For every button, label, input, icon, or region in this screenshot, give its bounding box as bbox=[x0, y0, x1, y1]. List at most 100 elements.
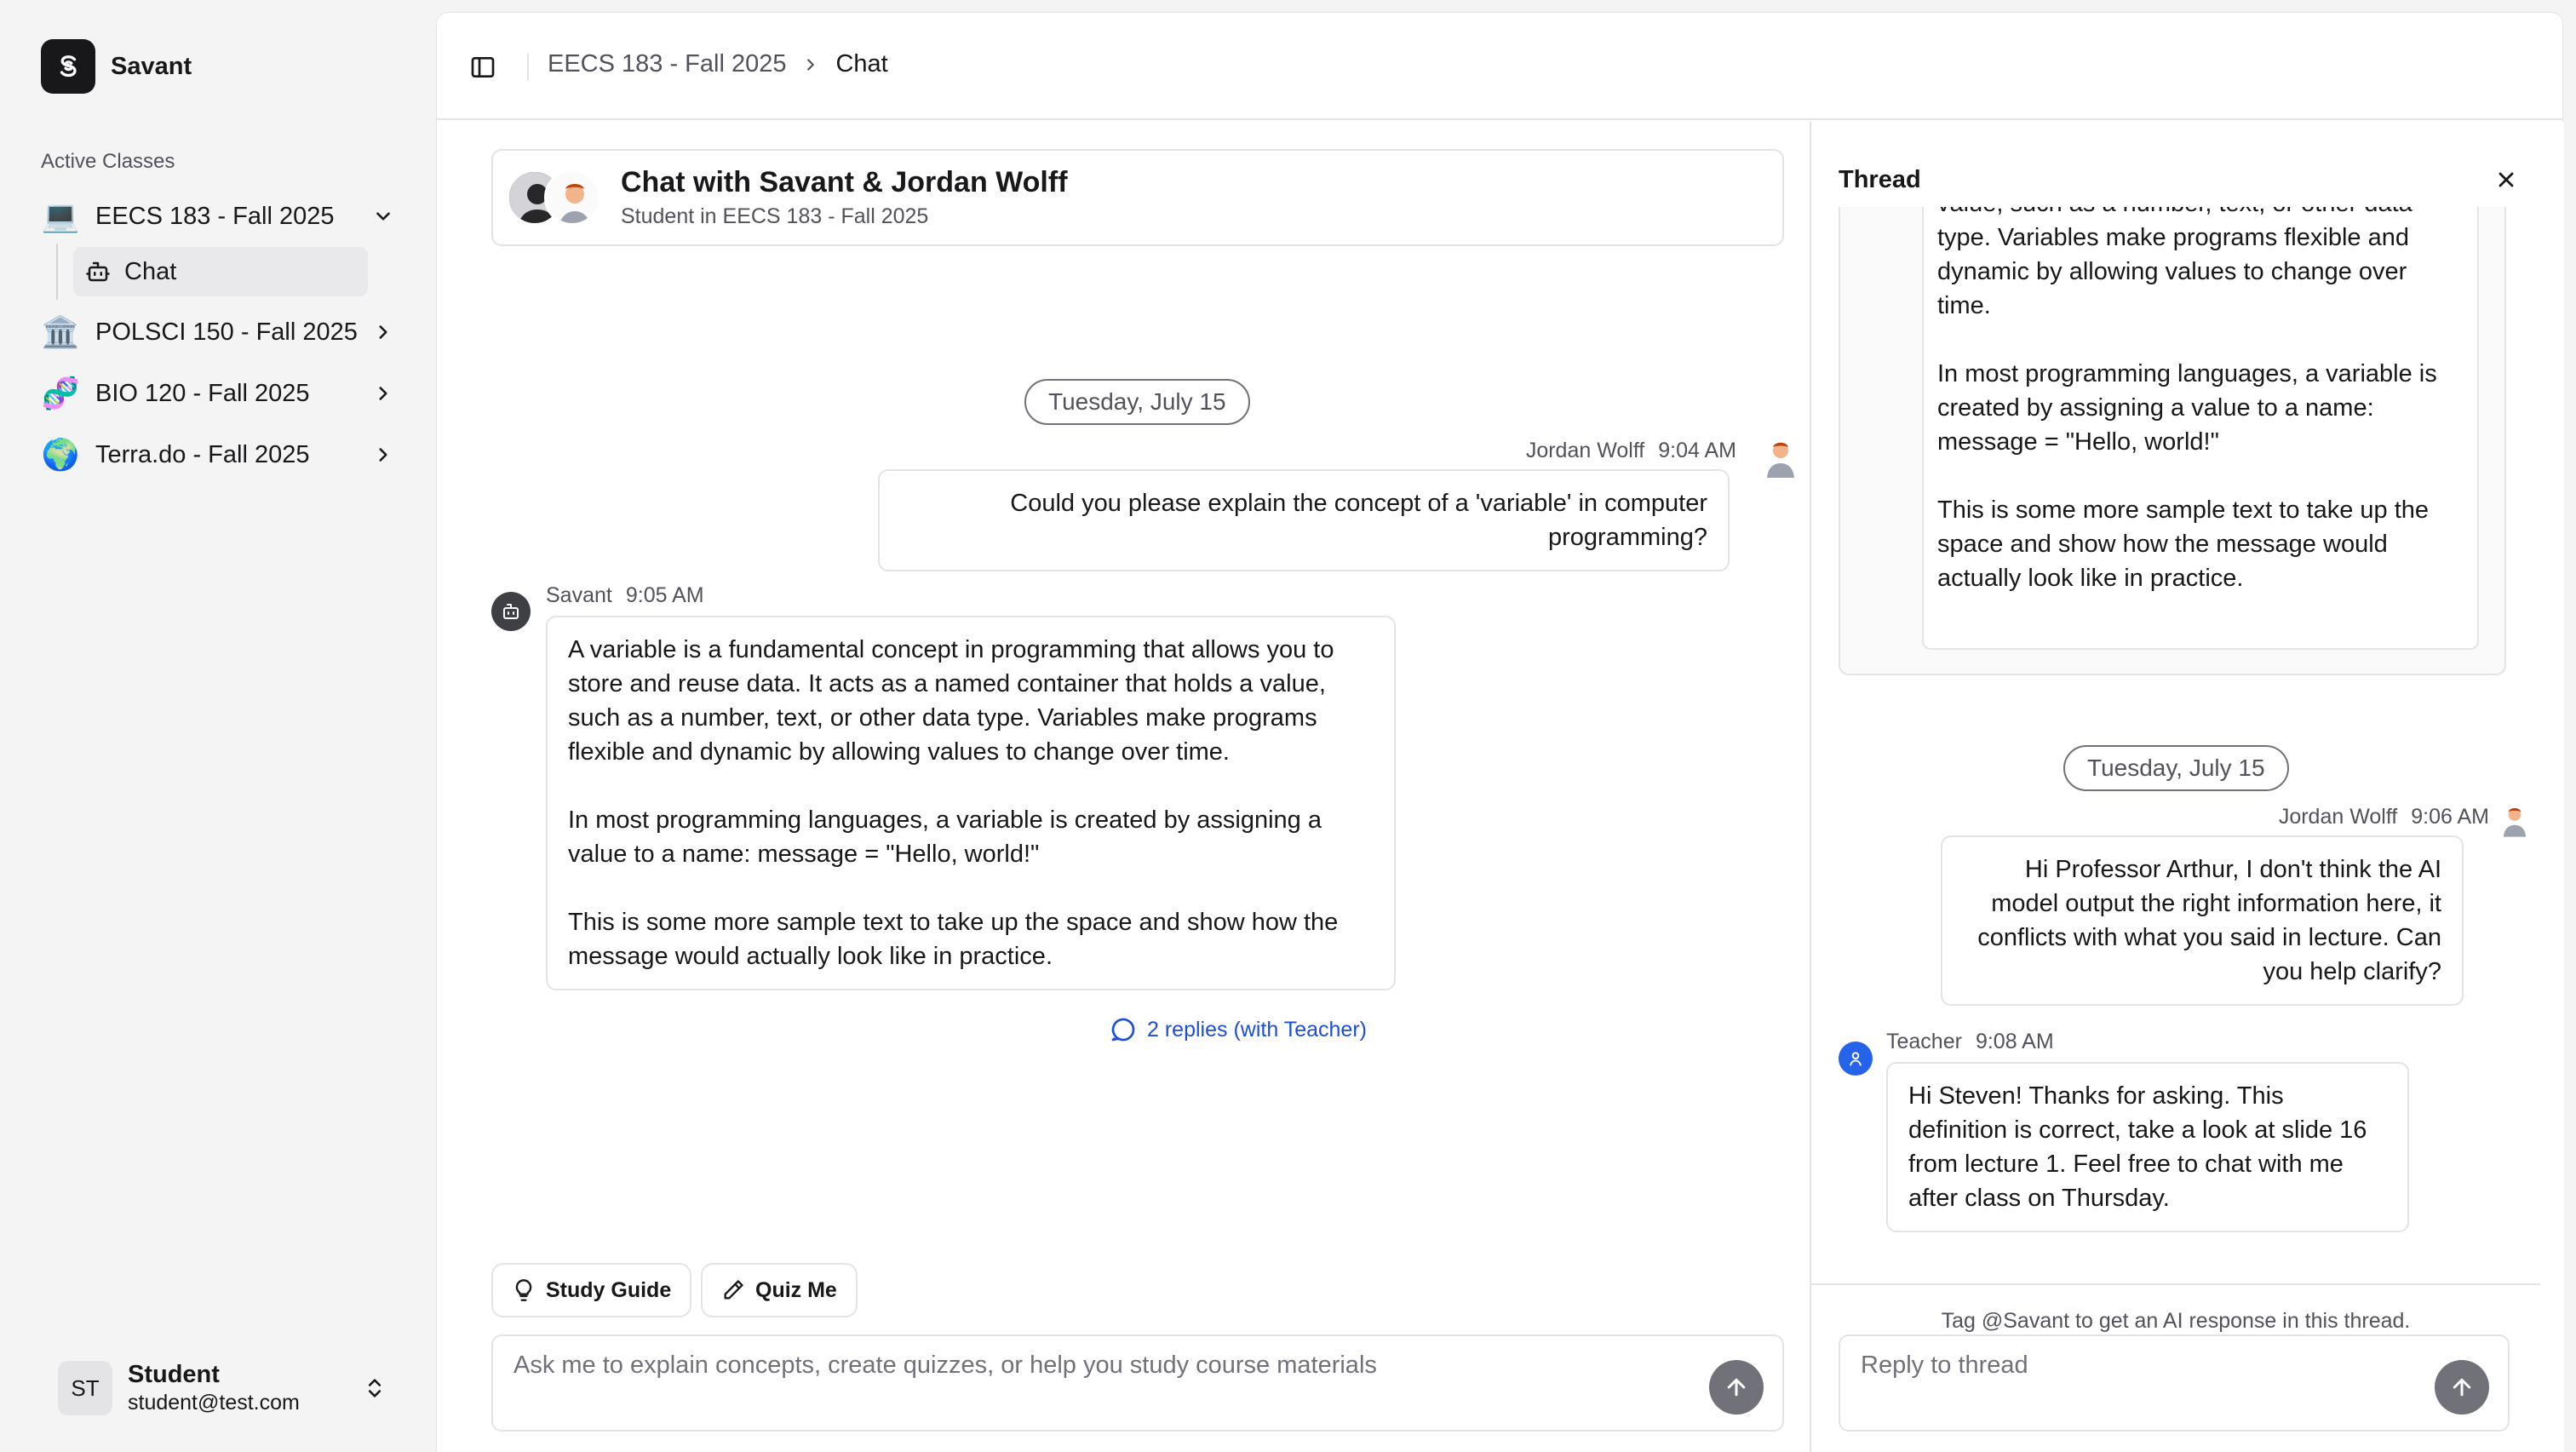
thread-panel: Thread value, such as a number, text, or… bbox=[1810, 122, 2564, 1452]
brand-name: Savant bbox=[111, 52, 192, 80]
avatar: ST bbox=[58, 1361, 112, 1415]
user-avatar-icon bbox=[2499, 803, 2530, 837]
brand[interactable]: Savant bbox=[41, 39, 192, 94]
sidebar-subitem-chat[interactable]: Chat bbox=[73, 247, 368, 296]
toolbar-divider bbox=[527, 54, 529, 81]
message-meta: Savant 9:05 AM bbox=[546, 583, 704, 608]
reply-time: 9:06 AM bbox=[2411, 805, 2489, 829]
thread-replies-link[interactable]: 2 replies (with Teacher) bbox=[1110, 1016, 1367, 1043]
dna-icon: 🧬 bbox=[41, 376, 80, 410]
message-text: Could you please explain the concept of … bbox=[1010, 490, 1707, 551]
lightbulb-icon bbox=[515, 1279, 532, 1301]
message-paragraph: This is some more sample text to take up… bbox=[568, 909, 1339, 970]
reply-text: Hi Professor Arthur, I don't think the A… bbox=[1977, 856, 2441, 985]
sidebar-item-terra-do[interactable]: 🌍 Terra.do - Fall 2025 bbox=[41, 431, 399, 479]
subtree-rail bbox=[56, 244, 58, 300]
message-author: Jordan Wolff bbox=[1525, 439, 1645, 462]
message-time: 9:05 AM bbox=[625, 583, 704, 607]
chat-input[interactable] bbox=[513, 1352, 1689, 1411]
message-time: 9:04 AM bbox=[1658, 439, 1736, 462]
study-guide-label: Study Guide bbox=[546, 1277, 672, 1302]
globe-icon: 🌍 bbox=[41, 437, 80, 472]
date-divider: Tuesday, July 15 bbox=[2063, 745, 2289, 791]
breadcrumb: EECS 183 - Fall 2025 Chat bbox=[548, 50, 888, 78]
chat-subtitle: Student in EECS 183 - Fall 2025 bbox=[621, 204, 929, 228]
quiz-me-button[interactable]: Quiz Me bbox=[701, 1263, 858, 1317]
thread-original-bubble: value, such as a number, text, or other … bbox=[1922, 207, 2479, 650]
thread-composer bbox=[1839, 1334, 2510, 1432]
chevron-down-icon[interactable] bbox=[368, 201, 399, 232]
sidebar-item-label: EECS 183 - Fall 2025 bbox=[95, 202, 335, 230]
chevron-right-icon[interactable] bbox=[368, 378, 399, 409]
user-name: Student bbox=[128, 1361, 220, 1388]
user-menu[interactable]: ST Student student@test.com bbox=[41, 1347, 399, 1429]
message-meta: Jordan Wolff 9:04 AM bbox=[1526, 439, 1736, 463]
message-paragraph: A variable is a fundamental concept in p… bbox=[568, 636, 1334, 766]
sidebar-subitem-label: Chat bbox=[124, 257, 177, 285]
message-paragraph: In most programming languages, a variabl… bbox=[568, 806, 1322, 868]
sidebar: Savant Active Classes 💻 EECS 183 - Fall … bbox=[0, 0, 436, 1452]
bot-avatar-icon bbox=[491, 592, 531, 631]
reply-meta: Jordan Wolff 9:06 AM bbox=[2279, 805, 2489, 829]
section-label-active-classes: Active Classes bbox=[41, 150, 175, 173]
savant-logo-icon bbox=[41, 39, 95, 94]
sidebar-item-label: Terra.do - Fall 2025 bbox=[95, 440, 310, 468]
reply-meta: Teacher 9:08 AM bbox=[1886, 1030, 2054, 1054]
laptop-icon: 💻 bbox=[41, 198, 80, 233]
bot-message-bubble: A variable is a fundamental concept in p… bbox=[546, 616, 1396, 990]
chat-header: Chat with Savant & Jordan Wolff Student … bbox=[491, 149, 1784, 246]
thread-title: Thread bbox=[1839, 166, 1921, 193]
close-icon bbox=[2499, 172, 2514, 187]
quiz-me-label: Quiz Me bbox=[755, 1277, 837, 1302]
panel-left-icon bbox=[471, 57, 495, 77]
date-divider: Tuesday, July 15 bbox=[1024, 379, 1250, 425]
sidebar-item-eecs-183[interactable]: 💻 EECS 183 - Fall 2025 bbox=[41, 192, 399, 240]
main-panel: EECS 183 - Fall 2025 Chat Chat with Sava… bbox=[436, 12, 2564, 1452]
chat-column: Chat with Savant & Jordan Wolff Student … bbox=[437, 122, 1810, 1452]
chevrons-up-down-icon bbox=[368, 1379, 382, 1397]
bot-icon bbox=[86, 261, 110, 282]
top-bar: EECS 183 - Fall 2025 Chat bbox=[437, 13, 2562, 120]
sidebar-item-label: BIO 120 - Fall 2025 bbox=[95, 379, 310, 407]
user-avatar-icon bbox=[1762, 437, 1799, 478]
sidebar-item-polsci-150[interactable]: 🏛️ POLSCI 150 - Fall 2025 bbox=[41, 308, 399, 356]
breadcrumb-parent-link[interactable]: EECS 183 - Fall 2025 bbox=[548, 50, 786, 78]
chevron-right-icon[interactable] bbox=[368, 317, 399, 347]
teacher-avatar-icon bbox=[1839, 1042, 1873, 1076]
sidebar-toggle-button[interactable] bbox=[466, 50, 500, 84]
close-thread-button[interactable] bbox=[2491, 164, 2521, 195]
thread-original-message: value, such as a number, text, or other … bbox=[1839, 207, 2506, 675]
arrow-up-icon bbox=[2453, 1378, 2471, 1397]
chevron-right-icon[interactable] bbox=[368, 439, 399, 470]
arrow-up-icon bbox=[1727, 1378, 1746, 1397]
user-message-bubble: Could you please explain the concept of … bbox=[878, 469, 1730, 571]
participant-avatars bbox=[507, 168, 609, 227]
chat-composer bbox=[491, 1334, 1784, 1432]
classical-building-icon: 🏛️ bbox=[41, 314, 80, 349]
reply-bubble: Hi Steven! Thanks for asking. This defin… bbox=[1886, 1062, 2409, 1232]
thread-send-button[interactable] bbox=[2435, 1360, 2489, 1415]
user-info: Student student@test.com bbox=[128, 1361, 363, 1415]
sidebar-item-bio-120[interactable]: 🧬 BIO 120 - Fall 2025 bbox=[41, 370, 399, 417]
reply-author: Teacher bbox=[1886, 1030, 1962, 1053]
sidebar-item-label: POLSCI 150 - Fall 2025 bbox=[95, 318, 358, 346]
chat-title: Chat with Savant & Jordan Wolff bbox=[621, 166, 1068, 198]
user-email: student@test.com bbox=[128, 1391, 300, 1415]
thread-reply-input[interactable] bbox=[1861, 1352, 2414, 1411]
chevron-right-icon bbox=[801, 55, 820, 74]
reply-author: Jordan Wolff bbox=[2278, 805, 2398, 829]
message-author: Savant bbox=[546, 583, 612, 607]
thread-hint: Tag @Savant to get an AI response in thi… bbox=[1941, 1309, 2411, 1333]
message-paragraph: value, such as a number, text, or other … bbox=[1937, 207, 2412, 319]
study-guide-button[interactable]: Study Guide bbox=[491, 1263, 692, 1317]
replies-label: 2 replies (with Teacher) bbox=[1147, 1017, 1367, 1042]
reply-text: Hi Steven! Thanks for asking. This defin… bbox=[1908, 1082, 2367, 1212]
message-paragraph: This is some more sample text to take up… bbox=[1937, 496, 2430, 592]
reply-bubble: Hi Professor Arthur, I don't think the A… bbox=[1941, 835, 2464, 1006]
message-paragraph: In most programming languages, a variabl… bbox=[1937, 360, 2437, 456]
message-circle-icon bbox=[1111, 1018, 1135, 1042]
pencil-icon bbox=[724, 1280, 743, 1300]
jordan-avatar-icon bbox=[544, 169, 600, 226]
send-button[interactable] bbox=[1709, 1360, 1764, 1415]
reply-time: 9:08 AM bbox=[1975, 1030, 2054, 1053]
